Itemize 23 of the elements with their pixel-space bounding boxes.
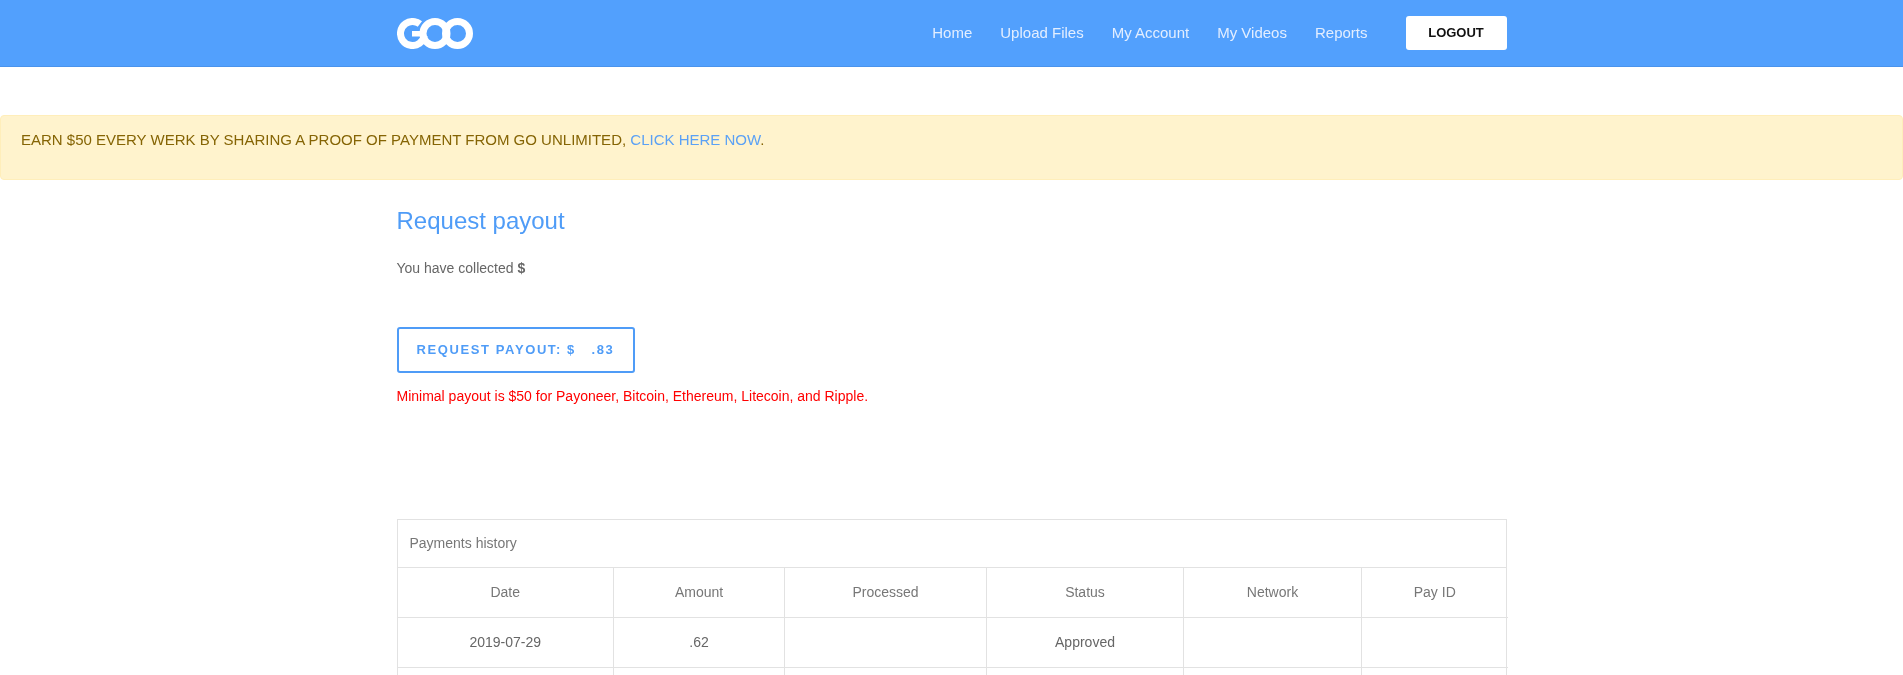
column-header: Date xyxy=(397,568,614,617)
column-header: Pay ID xyxy=(1361,568,1508,617)
request-payout-button[interactable]: REQUEST PAYOUT: $ .83 xyxy=(396,327,635,373)
collected-amount-text: You have collected $ xyxy=(396,259,526,278)
promo-message: EARN $50 EVERY WERK BY SHARING A PROOF OF PAYMENT FROM GO UNLIMITED, CLICK HERE NOW. xyxy=(21,130,766,150)
nav-link[interactable]: Home xyxy=(918,21,987,45)
rings-logo-icon[interactable] xyxy=(396,17,473,49)
minimum-payout-note: Minimal payout is $50 for Payoneer, Bitcoin, Ethereum, Litecoin, and Ripple. xyxy=(396,387,869,406)
click-here-link[interactable]: CLICK HERE NOW xyxy=(630,131,761,148)
nav-link[interactable]: Upload Files xyxy=(986,21,1098,45)
logout-button[interactable]: LOGOUT xyxy=(1405,16,1507,50)
column-header: Amount xyxy=(613,568,785,617)
nav-link[interactable]: My Account xyxy=(1097,21,1204,45)
table-cell: Approved xyxy=(986,617,1184,667)
table-cell: .62 xyxy=(613,617,785,667)
column-header: Processed xyxy=(784,568,987,617)
table-title: Payments history xyxy=(409,534,517,553)
column-header: Network xyxy=(1183,568,1362,617)
page-heading: Request payout xyxy=(396,206,565,236)
table-cell: 2019-07-29 xyxy=(397,617,614,667)
column-header: Status xyxy=(986,568,1184,617)
nav-link[interactable]: My Videos xyxy=(1203,21,1301,45)
nav-link[interactable]: Reports xyxy=(1300,21,1382,45)
